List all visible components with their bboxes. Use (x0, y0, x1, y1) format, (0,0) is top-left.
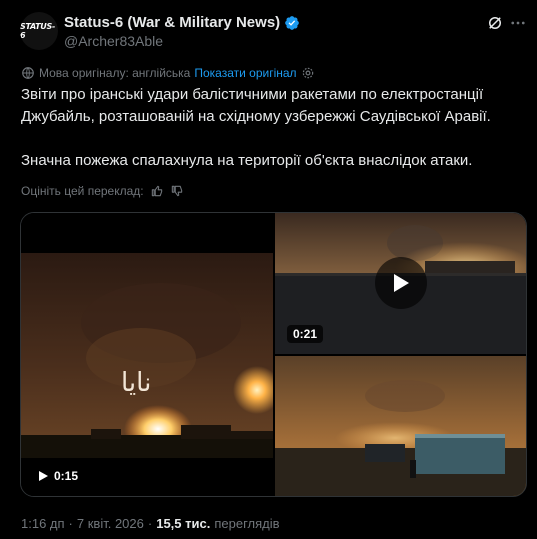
avatar[interactable]: STATUS-6 (20, 12, 58, 50)
meta-separator: · (68, 516, 73, 531)
tweet-date[interactable]: 7 квіт. 2026 (77, 516, 144, 531)
video-left-duration: 0:15 (54, 469, 79, 483)
rate-translation-row: Оцініть цей переклад: (21, 184, 184, 198)
video-top-right-duration: 0:21 (293, 327, 318, 341)
play-icon (39, 471, 48, 481)
rate-translation-label: Оцініть цей переклад: (21, 184, 144, 198)
video-left[interactable]: نايا 0:15 (21, 213, 273, 496)
video-left-frame: نايا (21, 253, 273, 458)
tweet-meta-row: 1:16 дп · 7 квіт. 2026 · 15,5 тис. перег… (21, 516, 280, 531)
tweet-paragraph-1: Звіти про іранські удари балістичними ра… (21, 86, 491, 125)
translate-icon (22, 67, 34, 79)
avatar-logo-text: STATUS-6 (20, 22, 55, 40)
play-icon (394, 274, 409, 292)
views-label: переглядів (214, 516, 280, 531)
more-icon[interactable] (509, 14, 527, 32)
video-top-right-duration-badge: 0:21 (287, 325, 324, 343)
image-bottom-right[interactable] (275, 356, 526, 496)
gear-icon[interactable] (301, 66, 315, 80)
image-bottom-right-frame (275, 356, 526, 496)
meta-separator-2: · (147, 516, 153, 531)
video-top-right[interactable]: 0:21 (275, 213, 526, 354)
tweet-time[interactable]: 1:16 дп (21, 516, 65, 531)
translation-notice-row: Мова оригіналу: англійська Показати ориг… (21, 66, 315, 80)
tweet-text: Звіти про іранські удари балістичними ра… (21, 84, 521, 172)
author-display-name[interactable]: Status-6 (War & Military News) (64, 14, 280, 31)
translation-notice-text: Мова оригіналу: англійська (39, 66, 191, 80)
verified-badge-icon (285, 15, 299, 30)
views-count: 15,5 тис. (156, 516, 211, 531)
video-left-controls[interactable]: 0:15 (33, 467, 85, 485)
author-handle[interactable]: @Archer83Able (64, 33, 163, 49)
tweet-paragraph-2: Значна пожежа спалахнула на території об… (21, 152, 473, 169)
video-top-right-play-button[interactable] (375, 257, 427, 309)
thumbs-up-icon[interactable] (150, 184, 164, 198)
tweet-post: STATUS-6 Status-6 (War & Military News) … (0, 0, 537, 539)
show-original-link[interactable]: Показати оригінал (194, 66, 296, 80)
author-name-row: Status-6 (War & Military News) (64, 14, 300, 31)
media-grid: نايا 0:15 0:21 (20, 212, 527, 497)
video-left-overlay-text: نايا (121, 368, 151, 398)
thumbs-down-icon[interactable] (170, 184, 184, 198)
grok-icon[interactable] (486, 14, 504, 32)
